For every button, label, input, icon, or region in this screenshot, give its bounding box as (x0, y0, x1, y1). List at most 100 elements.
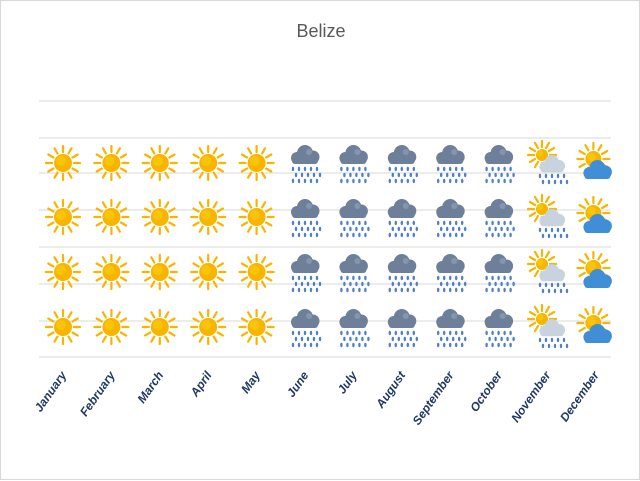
rainy-icon (436, 199, 467, 238)
sun-ray (95, 331, 103, 337)
cloud-shine (306, 203, 312, 209)
raindrop (512, 281, 515, 287)
cloud-shine (402, 149, 409, 155)
raindrop (547, 343, 551, 349)
raindrop (315, 287, 319, 293)
raindrop (309, 275, 313, 281)
sun-ray (216, 221, 225, 227)
raindrop (309, 232, 313, 238)
raindrop (303, 342, 307, 348)
raindrop (464, 172, 467, 178)
raindrop (415, 172, 418, 178)
raindrop (556, 282, 560, 288)
raindrop (352, 232, 355, 238)
raindrop (367, 226, 370, 232)
sun-ray (240, 167, 249, 173)
sun-ray (71, 207, 79, 213)
raindrop (437, 220, 440, 226)
raindrop (361, 281, 364, 287)
raindrop (315, 232, 319, 238)
sun-ray (47, 207, 55, 213)
sun-ray (198, 201, 204, 209)
sun-ray (198, 335, 204, 343)
sun-highlight (536, 149, 544, 157)
raindrop (550, 227, 554, 233)
raindrop (538, 282, 542, 288)
rainy-icon (291, 199, 322, 238)
raindrop (352, 166, 355, 172)
sun-showers-icon (526, 139, 569, 185)
raindrop (358, 166, 361, 172)
raindrop (400, 287, 403, 293)
raindrop (488, 226, 491, 232)
rainy-icon (291, 145, 322, 184)
cloud-shine (499, 203, 506, 209)
sun-ray (240, 153, 249, 159)
raindrop (503, 287, 506, 293)
rainy-icon (387, 309, 418, 348)
raindrop (355, 172, 358, 178)
sunny-icon (141, 308, 178, 346)
raindrop (412, 220, 415, 226)
sun-ray (261, 147, 267, 155)
sun-ray (119, 153, 128, 159)
sun-clouds-icon (576, 141, 612, 179)
raindrop (400, 166, 403, 172)
sun-ray (143, 262, 152, 268)
sun-ray (528, 157, 537, 164)
raindrop (415, 226, 418, 232)
sun-ray (584, 144, 590, 152)
raindrop (491, 232, 494, 238)
sun-ray (547, 200, 556, 207)
cloud-shine (354, 313, 361, 319)
raindrop (500, 336, 503, 342)
sun-ray (119, 167, 128, 173)
raindrop (412, 232, 415, 238)
sun-highlight (536, 258, 544, 266)
rainy-icon (291, 309, 322, 348)
raindrop (491, 220, 494, 226)
raindrop (349, 281, 352, 287)
sun-ray (53, 256, 59, 264)
raindrop (509, 220, 512, 226)
raindrop (318, 281, 322, 287)
sun-ray (119, 262, 128, 268)
raindrop (437, 342, 440, 348)
sun-ray (119, 331, 128, 337)
sun-ray (53, 335, 59, 343)
raindrop (455, 166, 458, 172)
sunny-icon (44, 308, 82, 346)
sun-ray (192, 221, 200, 227)
raindrop (297, 166, 301, 172)
raindrop (346, 287, 349, 293)
raindrop (403, 336, 406, 342)
raindrop (306, 336, 310, 342)
cloud-base (292, 266, 318, 273)
sun-ray (240, 262, 249, 268)
x-tick-label: June (284, 368, 312, 399)
raindrop (297, 220, 301, 226)
raindrop (446, 172, 449, 178)
raindrop (340, 287, 343, 293)
sun-ray (216, 207, 225, 213)
raindrop (397, 172, 400, 178)
raindrop (503, 166, 506, 172)
raindrop (358, 342, 361, 348)
rainy-icon (339, 199, 370, 238)
sun-ray (164, 201, 170, 209)
cloud-base (340, 157, 367, 164)
sun-ray (216, 167, 225, 173)
sun-ray (533, 269, 540, 278)
cloud-base (584, 281, 611, 288)
sun-ray (597, 198, 603, 206)
sun-ray (115, 256, 122, 264)
raindrop (397, 281, 400, 287)
raindrop (440, 281, 443, 287)
raindrop (497, 220, 500, 226)
rainy-icon (387, 145, 418, 184)
raindrop (400, 342, 403, 348)
raindrop (306, 172, 310, 178)
sun-ray (53, 311, 59, 319)
raindrop (364, 330, 367, 336)
sun-highlight (152, 320, 163, 330)
